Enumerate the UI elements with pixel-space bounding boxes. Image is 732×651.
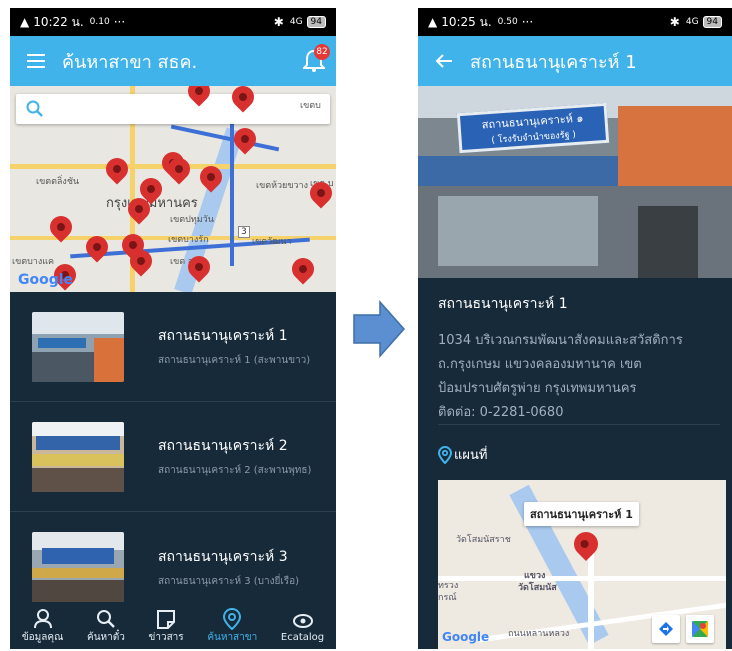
map-label-text: แผนที่	[454, 448, 488, 463]
status-bar: ▲ 10:25 น. 0.50 ··· ✱ 4G 94	[418, 8, 732, 36]
district-label: เขตวัฒนา	[252, 237, 292, 247]
page-title: สถานธนานุเคราะห์ 1	[470, 51, 637, 73]
branch-subtitle: สถานธนานุเคราะห์ 3 (บางยี่เรือ)	[158, 575, 300, 587]
network-type: 4G	[289, 17, 303, 27]
data-speed: 0.50	[497, 17, 518, 27]
open-in-maps-button[interactable]	[686, 615, 714, 643]
more-icon: ···	[521, 15, 534, 29]
address-line: ป้อมปราบศัตรูพ่าย กรุงเทพมหานคร	[438, 381, 637, 396]
app-bar: สถานธนานุเคราะห์ 1	[418, 36, 732, 86]
bottom-navigation: ข้อมูลคุณ ค้นหาตั๋ว ข่าวสาร ค้นหาสาขา Ec…	[10, 603, 336, 649]
location-icon	[223, 607, 242, 630]
status-time: 10:22 น.	[33, 14, 84, 29]
page-title: ค้นหาสาขา สธค.	[62, 51, 198, 73]
status-bar: ▲ 10:22 น. 0.10 ··· ✱ 4G 94	[10, 8, 336, 36]
map-search-bar[interactable]	[16, 94, 330, 124]
map-callout: สถานธนานุเคราะห์ 1	[524, 502, 639, 526]
bluetooth-icon: ✱	[273, 15, 284, 29]
branch-name: สถานธนานุเคราะห์ 3	[158, 548, 288, 565]
notification-badge: 82	[314, 44, 330, 60]
arrow-right-icon	[353, 300, 406, 358]
tab-label: ค้นหาสาขา	[207, 631, 258, 643]
network-type: 4G	[685, 17, 699, 27]
data-speed: 0.10	[89, 17, 110, 27]
tab-label: ค้นหาตั๋ว	[87, 631, 125, 643]
district-label: เขตปทุมวัน	[170, 215, 214, 225]
notification-button[interactable]: 82	[292, 36, 336, 86]
battery-level: 94	[702, 16, 722, 28]
branch-detail-screen: ▲ 10:25 น. 0.50 ··· ✱ 4G 94 สถานธนานุเคร…	[418, 8, 732, 649]
tab-label: ข้อมูลคุณ	[21, 631, 64, 643]
google-logo: Google	[18, 272, 74, 288]
location-icon	[438, 445, 452, 464]
ecatalog-icon	[292, 613, 313, 628]
branch-location-map[interactable]: สถานธนานุเคราะห์ 1 วัดโสมนัสราช แขวง วัด…	[438, 480, 726, 649]
tab-profile[interactable]: ข้อมูลคุณ	[21, 608, 64, 645]
branch-marker[interactable]	[101, 153, 133, 185]
district-label: เขตห้วยขวาง	[256, 181, 308, 191]
branch-address: 1034 บริเวณกรมพัฒนาสังคมและสวัสดิการ ถ.ก…	[438, 329, 720, 425]
tab-label: ข่าวสาร	[148, 631, 184, 643]
app-bar: ค้นหาสาขา สธค. 82	[10, 36, 336, 86]
branch-marker[interactable]	[287, 253, 319, 285]
back-button[interactable]	[418, 53, 470, 69]
branch-photo: สถานธนานุเคราะห์ ๑ ( โรงรับจำนำของรัฐ )	[418, 86, 732, 278]
district-label: เขตบางแค	[12, 257, 55, 267]
branch-details: สถานธนานุเคราะห์ 1 1034 บริเวณกรมพัฒนาสั…	[438, 293, 720, 425]
divider	[438, 424, 720, 425]
more-icon: ···	[113, 15, 126, 29]
tab-branch-search[interactable]: ค้นหาสาขา	[207, 607, 258, 645]
district-label: เขตบางรัก	[168, 235, 209, 245]
news-icon	[157, 609, 176, 629]
branch-subtitle: สถานธนานุเคราะห์ 1 (สะพานขาว)	[158, 355, 311, 366]
menu-icon[interactable]	[10, 54, 62, 68]
search-icon	[26, 100, 43, 117]
branch-thumbnail	[32, 421, 124, 492]
address-line: ถ.กรุงเกษม แขวงคลองมหานาค เขต	[438, 357, 642, 372]
branch-subtitle: สถานธนานุเคราะห์ 2 (สะพานพุทธ)	[158, 465, 312, 476]
tab-ecatalog[interactable]: Ecatalog	[281, 610, 324, 643]
signal-icon: ▲	[428, 15, 438, 29]
tab-search-ticket[interactable]: ค้นหาตั๋ว	[87, 608, 125, 645]
branch-name: สถานธนานุเคราะห์ 2	[158, 438, 288, 454]
district-label: เขตบ	[300, 101, 321, 111]
signal-icon: ▲	[20, 15, 30, 29]
district-label: เขตตลิ่งชัน	[36, 177, 80, 187]
google-logo: Google	[442, 630, 490, 644]
branch-name: สถานธนานุเคราะห์ 1	[158, 328, 288, 344]
google-maps-icon	[692, 621, 708, 637]
branch-list: สถานธนานุเคราะห์ 1 สถานธนานุเคราะห์ 1 (ส…	[10, 292, 336, 603]
map-label: วัดโสมนัสราช	[456, 535, 511, 545]
directions-icon	[659, 622, 673, 636]
map-label: ถนนหลานหลวง	[508, 629, 570, 639]
branch-thumbnail	[32, 532, 124, 602]
bluetooth-icon: ✱	[669, 15, 680, 29]
branch-map[interactable]: เขตตลิ่งชัน กรุงเทพมหานคร เขตห้วยขวาง เข…	[10, 86, 336, 292]
map-label: กรณ์	[438, 593, 457, 603]
branch-name: สถานธนานุเคราะห์ 1	[438, 296, 568, 312]
branch-thumbnail	[32, 311, 124, 382]
map-section-label: แผนที่	[438, 444, 487, 465]
tab-news[interactable]: ข่าวสาร	[149, 608, 184, 645]
branch-search-screen: ▲ 10:22 น. 0.10 ··· ✱ 4G 94 ค้นหาสาขา สธ…	[10, 8, 336, 649]
search-icon	[96, 609, 115, 628]
status-time: 10:25 น.	[441, 14, 492, 29]
branch-list-item[interactable]: สถานธนานุเคราะห์ 1 สถานธนานุเคราะห์ 1 (ส…	[10, 292, 336, 402]
person-icon	[33, 608, 52, 628]
road-number: 3	[238, 226, 250, 238]
address-line: 1034 บริเวณกรมพัฒนาสังคมและสวัสดิการ	[438, 333, 683, 348]
directions-button[interactable]	[652, 615, 680, 643]
contact-phone[interactable]: ติดต่อ: 0-2281-0680	[438, 401, 720, 425]
branch-list-item[interactable]: สถานธนานุเคราะห์ 2 สถานธนานุเคราะห์ 2 (ส…	[10, 402, 336, 512]
map-label: วัดโสมนัส	[518, 583, 557, 593]
back-arrow-icon	[435, 54, 452, 68]
battery-level: 94	[306, 16, 326, 28]
branch-marker[interactable]	[569, 527, 603, 561]
tab-label: Ecatalog	[280, 631, 325, 643]
